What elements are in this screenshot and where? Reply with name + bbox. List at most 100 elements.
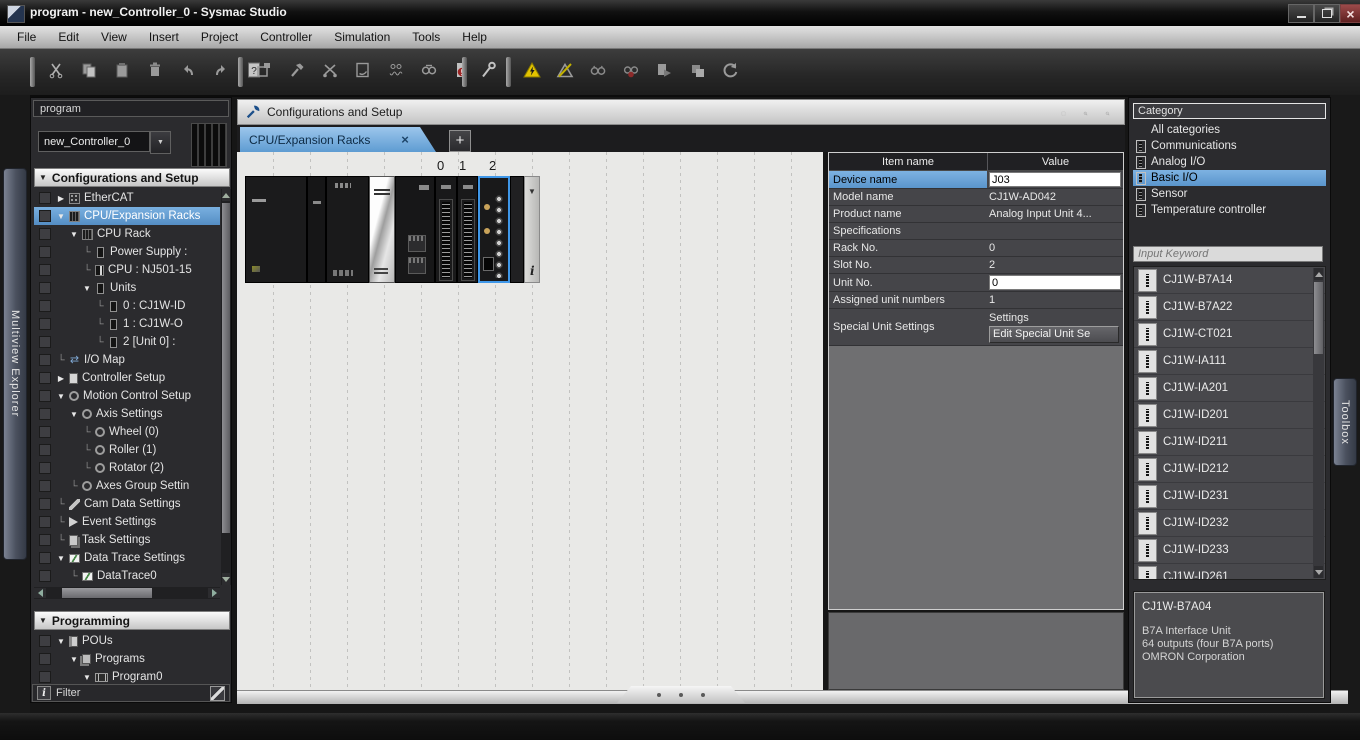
unit-cj1w-id232[interactable]: CJ1W-ID232 [1134,510,1325,537]
build-button[interactable] [283,58,311,86]
expander-icon[interactable] [55,210,67,222]
category-basic-i-o[interactable]: Basic I/O [1133,170,1326,186]
keyword-search-input[interactable] [1133,246,1323,262]
go-online-button[interactable] [518,58,546,86]
scroll-down-icon[interactable] [222,573,230,585]
menu-file[interactable]: File [6,27,47,47]
slot-1-unit[interactable] [457,176,478,283]
menu-help[interactable]: Help [451,27,498,47]
expander-icon[interactable] [68,228,80,240]
prog-item-programs[interactable]: Programs [34,650,220,668]
search-button[interactable] [415,58,443,86]
zoom-out-icon[interactable] [1098,104,1116,122]
expander-icon[interactable] [55,635,67,647]
variable-manager-button[interactable] [382,58,410,86]
category-sensor[interactable]: Sensor [1133,186,1326,202]
tree-item-roller-1[interactable]: Roller (1) [34,441,220,459]
unit-cj1w-id233[interactable]: CJ1W-ID233 [1134,537,1325,564]
tree-item-wheel-0[interactable]: Wheel (0) [34,423,220,441]
prog-item-pous[interactable]: POUs [34,632,220,650]
unit-cj1w-id212[interactable]: CJ1W-ID212 [1134,456,1325,483]
expander-icon[interactable] [68,653,80,665]
tree-item-rotator-2[interactable]: Rotator (2) [34,459,220,477]
tree-item-2-unit-0[interactable]: 2 [Unit 0] : [34,333,220,351]
marquee-select-icon[interactable] [1054,104,1072,122]
edit-special-unit-settings-button[interactable]: Edit Special Unit Se [989,326,1119,343]
menu-project[interactable]: Project [190,27,249,47]
expander-icon[interactable] [55,390,67,402]
unit-cj1w-b7a22[interactable]: CJ1W-B7A22 [1134,294,1325,321]
scrollbar-thumb[interactable] [62,588,152,598]
tree-item-1-cj1w-o[interactable]: 1 : CJ1W-O [34,315,220,333]
tab-close-icon[interactable] [398,133,412,147]
tree-item-controller-setup[interactable]: Controller Setup [34,369,220,387]
device-name-input[interactable] [989,172,1121,187]
unit-cj1w-id211[interactable]: CJ1W-ID211 [1134,429,1325,456]
controller-selector[interactable]: new_Controller_0 [38,131,150,152]
unit-cj1w-ct021[interactable]: CJ1W-CT021 [1134,321,1325,348]
cancel-build-button[interactable] [316,58,344,86]
section-configurations-and-setup[interactable]: Configurations and Setup [34,168,230,187]
cpu-port-block[interactable] [395,176,435,283]
scroll-down-icon[interactable] [1314,566,1323,578]
power-supply-unit[interactable] [245,176,307,283]
scroll-right-icon[interactable] [208,588,220,598]
tree-item-data-trace-settings[interactable]: Data Trace Settings [34,549,220,567]
multiview-explorer-vertical-tab[interactable]: Multiview Explorer [3,168,27,560]
tree-item-ethercat[interactable]: EtherCAT [34,189,220,207]
tree-item-datatrace0[interactable]: DataTrace0 [34,567,220,585]
tree-item-cpu-expansion-racks[interactable]: CPU/Expansion Racks [34,207,220,225]
unit-no-input[interactable] [989,275,1121,290]
unit-list-scrollbar[interactable] [1313,268,1324,578]
tree-item-power-supply[interactable]: Power Supply : [34,243,220,261]
tree-item-axis-settings[interactable]: Axis Settings [34,405,220,423]
delete-button[interactable] [141,58,169,86]
menu-simulation[interactable]: Simulation [323,27,401,47]
expander-icon[interactable] [55,372,67,384]
start-monitoring-button[interactable] [584,58,612,86]
toolbox-vertical-tab[interactable]: Toolbox [1333,378,1357,466]
expander-icon[interactable] [81,282,93,294]
unit-cj1w-ia111[interactable]: CJ1W-IA111 [1134,348,1325,375]
expander-icon[interactable] [81,671,93,683]
export-project-button[interactable] [250,58,278,86]
go-offline-button[interactable] [551,58,579,86]
rack-info-icon[interactable] [530,262,535,280]
menu-controller[interactable]: Controller [249,27,323,47]
stop-monitoring-button[interactable] [617,58,645,86]
step-button[interactable] [683,58,711,86]
zoom-in-icon[interactable] [1076,104,1094,122]
scroll-left-icon[interactable] [34,588,46,598]
filter-bar[interactable]: Filter [32,684,230,702]
run-button[interactable] [650,58,678,86]
slot-0-unit[interactable] [435,176,457,283]
tree-item-cam-data-settings[interactable]: Cam Data Settings [34,495,220,513]
tree-item-task-settings[interactable]: Task Settings [34,531,220,549]
unit-cj1w-id201[interactable]: CJ1W-ID201 [1134,402,1325,429]
scroll-up-icon[interactable] [222,189,230,201]
unit-cj1w-b7a14[interactable]: CJ1W-B7A14 [1134,267,1325,294]
tree-item-0-cj1w-id[interactable]: 0 : CJ1W-ID [34,297,220,315]
category-communications[interactable]: Communications [1133,138,1326,154]
slot-2-unit-selected[interactable] [478,176,510,283]
tab-cpu-expansion-racks[interactable]: CPU/Expansion Racks [240,127,436,152]
unit-cj1w-id231[interactable]: CJ1W-ID231 [1134,483,1325,510]
restore-button[interactable] [1314,4,1340,23]
pin-icon[interactable] [210,686,225,701]
tree-item-i-o-map[interactable]: I/O Map [34,351,220,369]
expander-icon[interactable] [68,408,80,420]
synchronize-button[interactable] [716,58,744,86]
tree-item-axes-group-settin[interactable]: Axes Group Settin [34,477,220,495]
add-tab-button[interactable] [449,130,471,152]
paste-button[interactable] [108,58,136,86]
minimize-button[interactable] [1288,4,1314,23]
splitter-handle[interactable] [617,686,745,703]
check-program-button[interactable] [349,58,377,86]
tree-horizontal-scrollbar[interactable] [34,587,220,599]
controller-selector-dropdown-icon[interactable] [150,131,171,154]
tools-button[interactable] [474,58,502,86]
tree-item-event-settings[interactable]: Event Settings [34,513,220,531]
category-all-categories[interactable]: All categories [1133,122,1326,138]
cpu-unit-faceplate[interactable] [369,176,395,283]
scrollbar-thumb[interactable] [1314,282,1323,354]
